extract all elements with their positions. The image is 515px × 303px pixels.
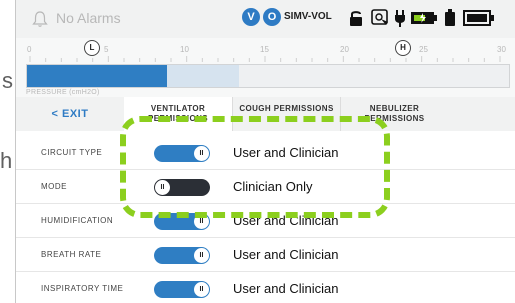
low-limit-marker[interactable]: L: [84, 40, 100, 56]
device-screen: No Alarms V O SIMV-VOL 0 5 10 15 20 25 3…: [15, 0, 515, 303]
setting-label: HUMIDIFICATION: [41, 216, 114, 225]
permission-value: User and Clinician: [233, 213, 339, 228]
tab-nebulizer-permissions[interactable]: NEBULIZER PERMISSIONS: [340, 97, 448, 131]
external-battery-icon: [463, 10, 494, 26]
pressure-bar-fill: [27, 65, 167, 87]
battery-charging-icon: [411, 12, 437, 24]
permission-value: Clinician Only: [233, 179, 313, 194]
permissions-tab-bar: < EXIT VENTILATOR PERMISSIONS COUGH PERM…: [16, 97, 515, 132]
scale-tick-label: 15: [260, 45, 269, 54]
list-item: BREATH RATE II User and Clinician: [16, 237, 515, 272]
setting-label: MODE: [41, 182, 67, 191]
permission-toggle[interactable]: II: [154, 145, 210, 162]
v-badge: V: [242, 8, 260, 26]
toggle-knob: II: [194, 214, 209, 229]
scale-tick-label: 30: [497, 45, 506, 54]
lock-icon: [350, 11, 362, 26]
permission-toggle[interactable]: II: [154, 281, 210, 298]
permission-value: User and Clinician: [233, 247, 339, 262]
screen: s h No Alarms V O SIMV-VOL 0 5 10 15 20 …: [0, 0, 515, 303]
toggle-knob: II: [194, 248, 209, 263]
list-item: HUMIDIFICATION II User and Clinician: [16, 203, 515, 238]
scale-tick-label: 10: [180, 45, 189, 54]
pressure-scale: 0 5 10 15 20 25 30 L H: [16, 38, 515, 62]
bell-icon[interactable]: [30, 9, 50, 29]
status-bar: No Alarms V O SIMV-VOL: [16, 0, 515, 38]
list-item: MODE II Clinician Only: [16, 169, 515, 204]
permission-toggle[interactable]: II: [154, 213, 210, 230]
exit-button[interactable]: < EXIT: [16, 97, 124, 131]
high-limit-marker[interactable]: H: [395, 40, 411, 56]
permission-value: User and Clinician: [233, 145, 339, 160]
background-text-fragment: h: [0, 148, 13, 173]
setting-label: BREATH RATE: [41, 250, 102, 259]
touch-lock-icon: [371, 9, 388, 25]
setting-label: CIRCUIT TYPE: [41, 148, 103, 157]
background-text-fragment: s: [2, 68, 13, 93]
scale-tick-label: 25: [419, 45, 428, 54]
toggle-knob: II: [194, 146, 209, 161]
pressure-unit-label: PRESSURE (cmH2O): [26, 89, 100, 96]
scale-tick-label: 20: [340, 45, 349, 54]
permission-value: User and Clinician: [233, 281, 339, 296]
permission-toggle[interactable]: II: [154, 247, 210, 264]
permission-toggle[interactable]: II: [154, 179, 210, 196]
tab-cough-permissions[interactable]: COUGH PERMISSIONS: [232, 97, 340, 131]
toggle-knob: II: [155, 180, 170, 195]
list-item: CIRCUIT TYPE II User and Clinician: [16, 135, 515, 170]
pressure-bar: [26, 64, 510, 88]
scale-tick-label: 0: [27, 45, 32, 54]
scale-tick-label: 5: [104, 45, 109, 54]
list-item: INSPIRATORY TIME II User and Clinician: [16, 271, 515, 303]
toggle-knob: II: [194, 282, 209, 297]
tab-ventilator-permissions[interactable]: VENTILATOR PERMISSIONS: [124, 97, 232, 131]
power-plug-icon: [395, 10, 405, 27]
ventilation-mode-label: SIMV-VOL: [284, 11, 332, 22]
o-badge: O: [263, 8, 281, 26]
battery-icon: [445, 9, 455, 26]
alarm-status-label[interactable]: No Alarms: [56, 10, 121, 26]
permissions-list: CIRCUIT TYPE II User and Clinician MODE …: [16, 131, 515, 303]
setting-label: INSPIRATORY TIME: [41, 284, 124, 293]
